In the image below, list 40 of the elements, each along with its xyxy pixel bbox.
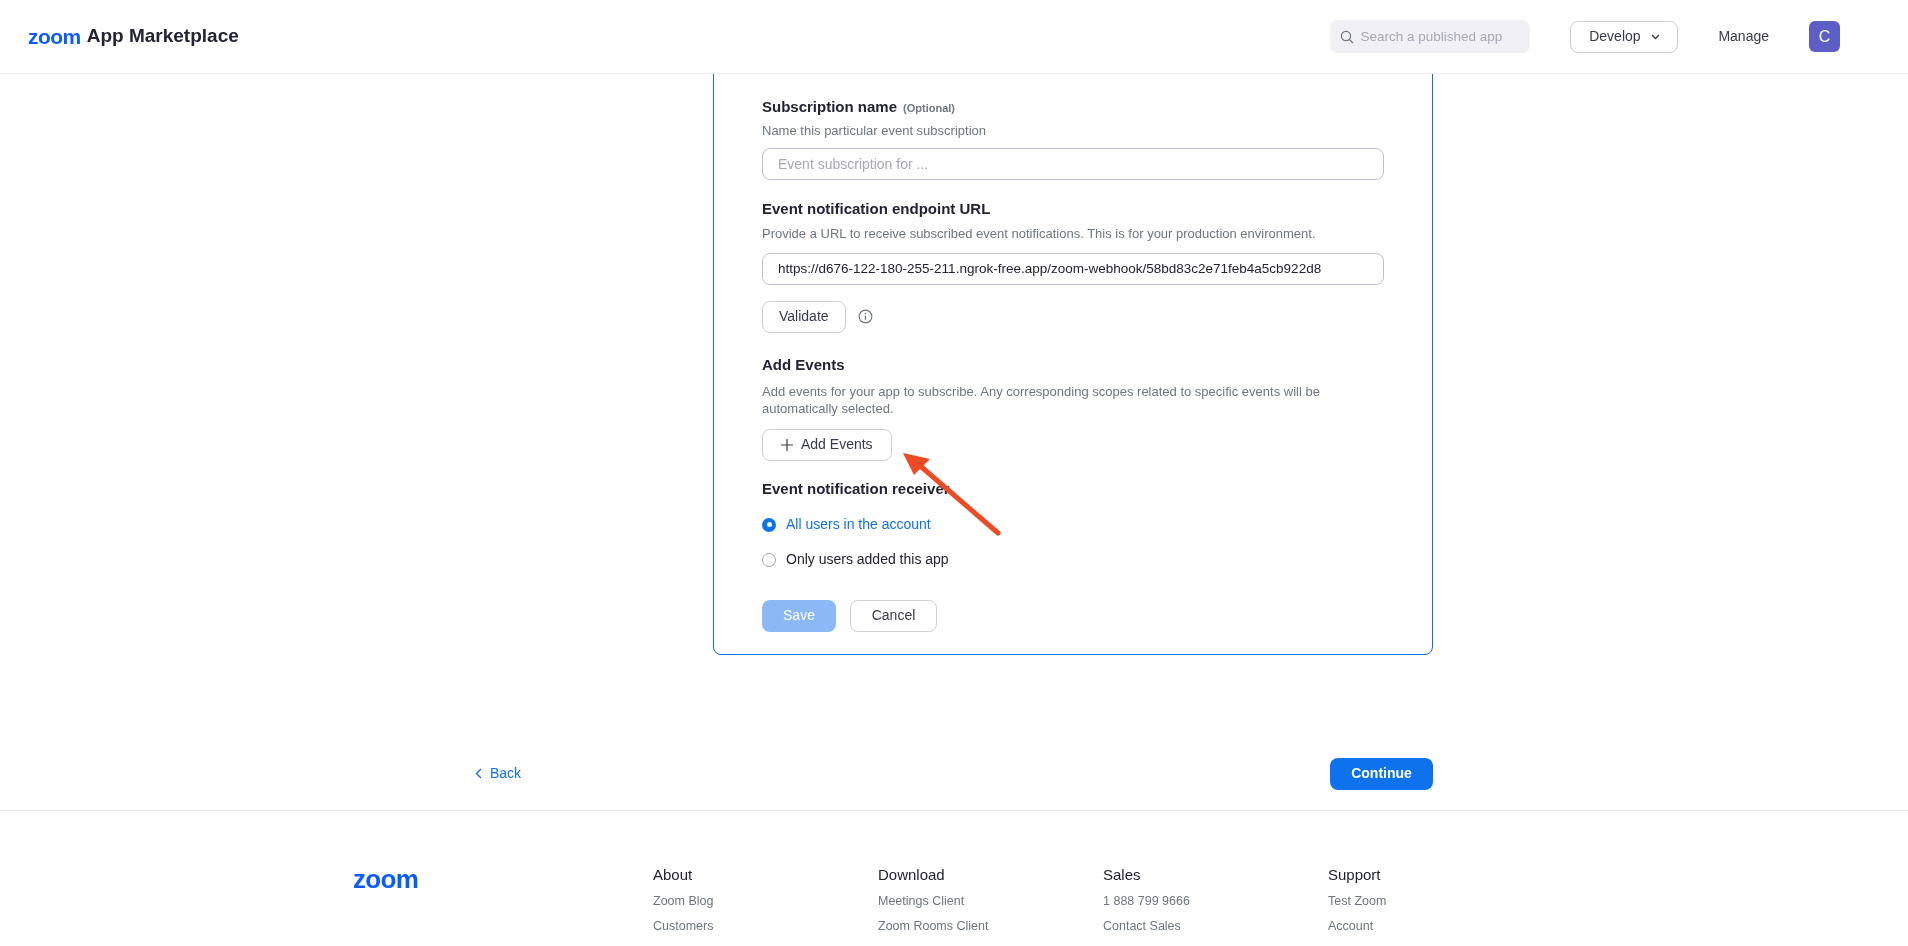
chevron-down-icon bbox=[1650, 33, 1660, 40]
subscription-name-field[interactable]: Event subscription for ... bbox=[762, 147, 1384, 180]
footer-link[interactable]: Account bbox=[1328, 918, 1553, 934]
footer-heading: Download bbox=[878, 865, 946, 884]
footer-heading: About bbox=[653, 865, 694, 884]
footer-link[interactable]: Contact Sales bbox=[1103, 918, 1328, 934]
app-title: App Marketplace bbox=[86, 24, 239, 49]
footer-heading: Support bbox=[1328, 865, 1382, 884]
cancel-button[interactable]: Cancel bbox=[850, 599, 937, 632]
footer-link[interactable]: Test Zoom bbox=[1328, 893, 1553, 909]
footer-link[interactable]: Zoom Rooms Client bbox=[878, 918, 1103, 934]
avatar[interactable]: C bbox=[1809, 21, 1840, 52]
field-label: Event notification endpoint URL bbox=[762, 199, 992, 218]
optional-label: (Optional) bbox=[903, 101, 955, 116]
develop-button[interactable]: Develop bbox=[1570, 20, 1679, 53]
footer-link[interactable]: Customers bbox=[653, 918, 878, 934]
footer-link[interactable]: 1 888 799 9666 bbox=[1103, 893, 1328, 909]
validate-button[interactable]: Validate bbox=[762, 300, 846, 333]
footer-heading: Sales bbox=[1103, 865, 1142, 884]
field-description: Add events for your app to subscribe. Any corresponding scopes related to specific events will be automatically selected. bbox=[762, 382, 1321, 417]
plus-icon bbox=[781, 438, 793, 451]
search-field[interactable]: Search a published app bbox=[1330, 20, 1531, 53]
endpoint-url-field[interactable]: https://d676-122-180-255-211.ngrok-free.app/zoom-webhook/58bd83c2e71feb4a5cb922d8 bbox=[762, 252, 1384, 285]
add-events-button[interactable]: Add Events bbox=[762, 428, 892, 461]
field-description: Name this particular event subscription bbox=[762, 122, 987, 139]
field-description: Provide a URL to receive subscribed event notifications. This is for your production environment. bbox=[762, 225, 1317, 242]
continue-button[interactable]: Continue bbox=[1330, 757, 1433, 790]
back-link[interactable]: Back bbox=[475, 763, 522, 784]
footer-link[interactable]: Zoom Blog bbox=[653, 893, 878, 909]
chevron-left-icon bbox=[475, 768, 482, 779]
receiver-radio[interactable]: Only users added this app bbox=[762, 550, 1384, 569]
field-label: Subscription name bbox=[762, 98, 898, 116]
search-icon bbox=[1340, 30, 1355, 44]
receiver-radio[interactable]: All users in the account bbox=[762, 515, 1384, 534]
footer-link[interactable]: Meetings Client bbox=[878, 893, 1103, 909]
logo: zoom bbox=[28, 26, 81, 47]
manage-link[interactable]: Manage bbox=[1718, 26, 1769, 47]
footer-logo: zoom bbox=[353, 865, 420, 896]
field-label: Add Events bbox=[762, 355, 846, 374]
info-icon[interactable] bbox=[857, 309, 873, 324]
